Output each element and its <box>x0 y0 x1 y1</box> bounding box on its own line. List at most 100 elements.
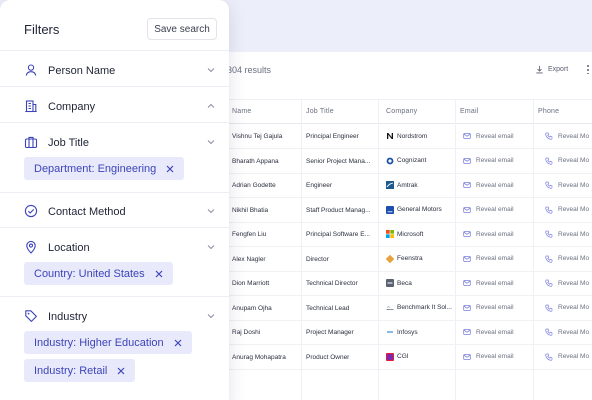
cell-name[interactable]: Nikhil Bhatia <box>232 207 302 214</box>
cell-name[interactable]: Adrian Godette <box>232 182 302 189</box>
reveal-email-button[interactable]: Reveal email <box>463 255 541 263</box>
column-header-job-title[interactable]: Job Title <box>306 108 334 115</box>
reveal-email-button[interactable]: Reveal email <box>463 230 541 238</box>
reveal-phone-button[interactable]: Reveal Mo <box>545 353 592 361</box>
close-icon[interactable] <box>166 165 174 173</box>
cell-name[interactable]: Alex Nagler <box>232 256 302 263</box>
table-row[interactable]: Anurag Mohapatra Product Owner CGI Reveal e… <box>200 346 592 370</box>
mail-icon <box>463 206 471 213</box>
reveal-email-button[interactable]: Reveal email <box>463 132 541 140</box>
feenstra-logo <box>386 254 394 263</box>
cell-company[interactable]: Nordstrom <box>386 132 454 140</box>
phone-icon <box>545 206 553 214</box>
reveal-phone-button[interactable]: Reveal Mo <box>545 206 592 214</box>
cell-name[interactable]: Fengfen Liu <box>232 231 302 238</box>
cell-company[interactable]: Infosys <box>386 328 454 336</box>
company-name: Nordstrom <box>397 132 428 140</box>
cell-name[interactable]: Vishnu Tej Gajula <box>232 133 302 140</box>
filter-label: Contact Method <box>48 206 126 218</box>
reveal-email-button[interactable]: Reveal email <box>463 304 541 312</box>
filter-header-industry[interactable]: Industry <box>0 298 229 334</box>
table-row[interactable]: Alex Nagler Director Feenstra Reveal email R… <box>200 248 592 272</box>
close-icon[interactable] <box>155 270 163 278</box>
table-row[interactable]: Bharath Appana Senior Project Mana... Cogn… <box>200 150 592 174</box>
cell-name[interactable]: Raj Doshi <box>232 329 302 336</box>
reveal-email-button[interactable]: Reveal email <box>463 279 541 287</box>
reveal-email-label: Reveal email <box>476 132 514 140</box>
reveal-phone-label: Reveal Mo <box>558 255 590 262</box>
reveal-email-button[interactable]: Reveal email <box>463 328 541 336</box>
table-row[interactable]: Anupam Ojha Technical Lead Benchmark It So… <box>200 297 592 321</box>
reveal-email-button[interactable]: Reveal email <box>463 157 541 165</box>
column-header-name[interactable]: Name <box>232 108 251 115</box>
filter-chip[interactable]: Department: Engineering <box>24 157 185 180</box>
filter-section-company[interactable]: Company <box>0 88 229 123</box>
cell-job-title: Principal Engineer <box>306 133 359 140</box>
cell-company[interactable]: Microsoft <box>386 230 454 238</box>
cell-company[interactable]: Amtrak <box>386 181 454 189</box>
reveal-email-label: Reveal email <box>476 181 514 189</box>
filter-header-company[interactable]: Company <box>0 88 229 124</box>
chip-label: Country: United States <box>34 267 145 280</box>
reveal-phone-button[interactable]: Reveal Mo <box>545 181 592 189</box>
results-toolbar: 304 results Export <box>200 52 592 100</box>
mail-icon <box>463 133 471 139</box>
mail-icon <box>463 157 471 164</box>
filter-chip[interactable]: Industry: Higher Education <box>24 331 192 354</box>
table-row[interactable]: Nikhil Bhatia Staff Product Manag... Gener… <box>200 199 592 223</box>
more-options-icon[interactable] <box>587 65 592 74</box>
save-search-button[interactable]: Save search <box>147 18 217 40</box>
infosys-logo <box>387 331 393 333</box>
benchmark-logo <box>386 305 394 310</box>
export-label: Export <box>548 66 569 73</box>
table-row[interactable]: Dion Marriott Technical Director Beca Revea… <box>200 272 592 296</box>
phone-icon <box>545 230 553 238</box>
cell-name[interactable]: Anupam Ojha <box>232 305 302 312</box>
cell-name[interactable]: Dion Marriott <box>232 280 302 287</box>
filter-chip[interactable]: Industry: Retail <box>24 359 136 382</box>
reveal-email-button[interactable]: Reveal email <box>463 181 541 189</box>
filter-section-contact-method[interactable]: Contact Method <box>0 193 229 228</box>
cell-name[interactable]: Anurag Mohapatra <box>232 354 302 361</box>
table-row[interactable]: Adrian Godette Engineer Amtrak Reveal email… <box>200 174 592 198</box>
column-header-phone[interactable]: Phone <box>538 108 559 115</box>
cell-company[interactable]: Benchmark It Sol... <box>386 304 454 312</box>
cell-company[interactable]: Feenstra <box>386 254 454 263</box>
close-icon[interactable] <box>174 339 182 347</box>
cell-company[interactable]: General Motors <box>386 205 454 214</box>
person-icon <box>25 64 37 76</box>
filter-section-job-title[interactable]: Job Title Department: Engineering <box>0 124 229 193</box>
reveal-phone-button[interactable]: Reveal Mo <box>545 230 592 238</box>
filter-section-person-name[interactable]: Person Name <box>0 52 229 87</box>
reveal-phone-button[interactable]: Reveal Mo <box>545 157 592 165</box>
reveal-email-button[interactable]: Reveal email <box>463 206 541 214</box>
filter-header-location[interactable]: Location <box>0 229 229 265</box>
cell-company[interactable]: Beca <box>386 279 454 287</box>
column-header-email[interactable]: Email <box>460 108 479 115</box>
cell-company[interactable]: CGI <box>386 352 454 361</box>
reveal-email-label: Reveal email <box>476 353 514 360</box>
cell-name[interactable]: Bharath Appana <box>232 158 302 165</box>
column-header-company[interactable]: Company <box>386 108 417 115</box>
chip-label: Industry: Higher Education <box>34 336 164 349</box>
reveal-phone-button[interactable]: Reveal Mo <box>545 279 592 287</box>
table-row[interactable]: Vishnu Tej Gajula Principal Engineer Nords… <box>200 125 592 149</box>
reveal-phone-button[interactable]: Reveal Mo <box>545 328 592 336</box>
export-button[interactable]: Export <box>535 65 568 74</box>
filter-header-person-name[interactable]: Person Name <box>0 52 229 88</box>
reveal-phone-button[interactable]: Reveal Mo <box>545 132 592 140</box>
filter-header-job-title[interactable]: Job Title <box>0 124 229 160</box>
cell-company[interactable]: Cognizant <box>386 157 454 165</box>
close-icon[interactable] <box>117 367 125 375</box>
reveal-phone-button[interactable]: Reveal Mo <box>545 255 592 263</box>
reveal-email-button[interactable]: Reveal email <box>463 353 541 361</box>
location-pin-icon <box>26 240 36 254</box>
filter-chip[interactable]: Country: United States <box>24 262 173 285</box>
filter-section-industry[interactable]: Industry Industry: Higher Education Indu… <box>0 298 229 398</box>
table-row[interactable]: Fengfen Liu Principal Software E... Micros… <box>200 223 592 247</box>
filter-section-location[interactable]: Location Country: United States <box>0 229 229 297</box>
filter-header-contact-method[interactable]: Contact Method <box>0 193 229 229</box>
reveal-phone-button[interactable]: Reveal Mo <box>545 304 592 312</box>
table-row[interactable]: Raj Doshi Project Manager Infosys Reveal em… <box>200 321 592 345</box>
phone-icon <box>545 157 553 165</box>
